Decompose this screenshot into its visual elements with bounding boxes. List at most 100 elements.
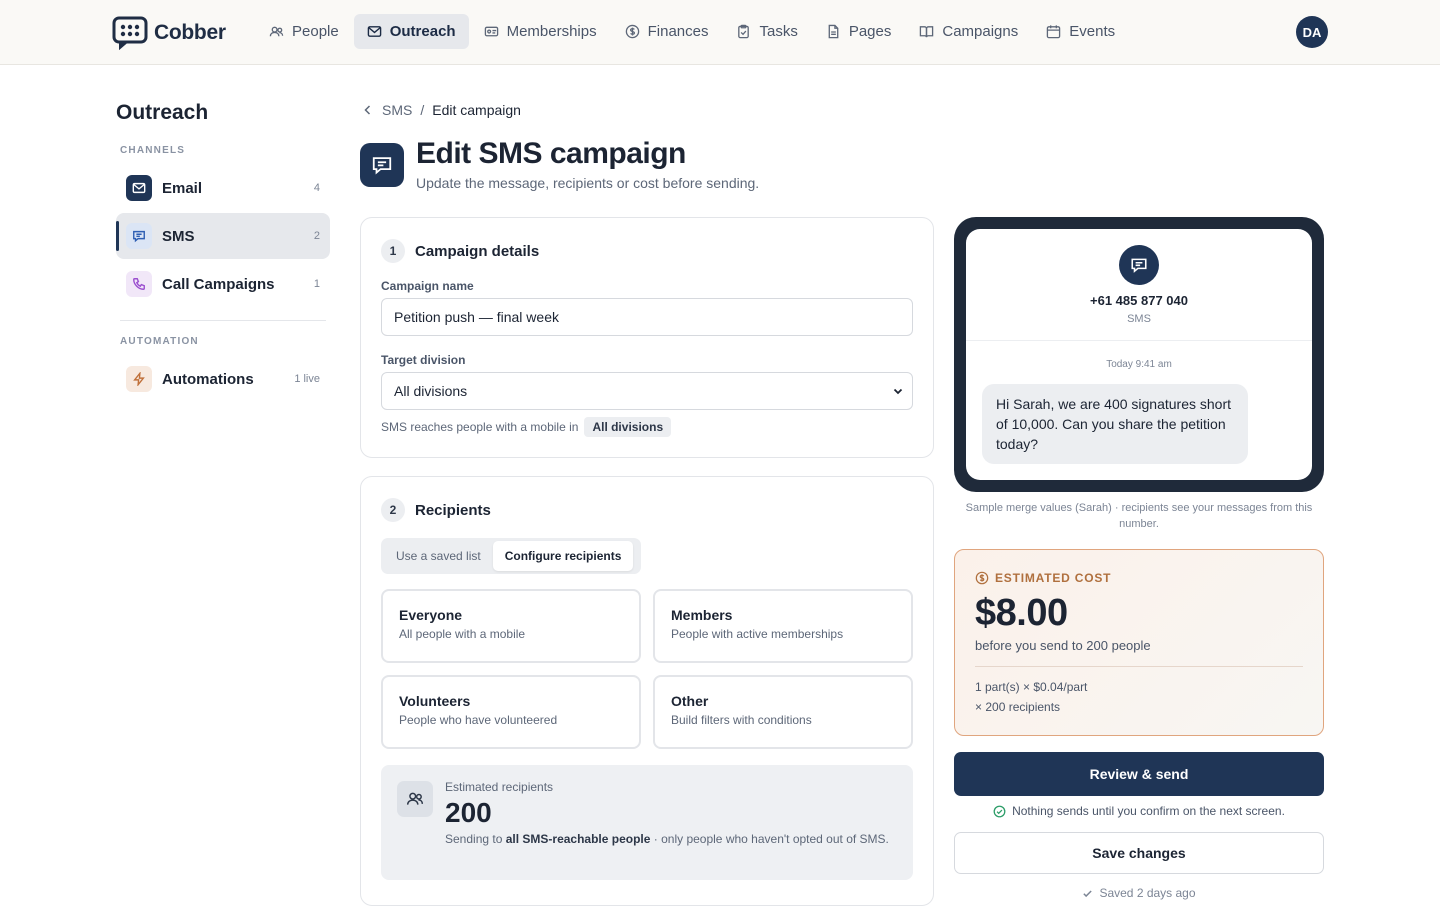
- avatar[interactable]: DA: [1296, 16, 1328, 48]
- cost-breakdown-recipients: × 200 recipients: [975, 700, 1061, 714]
- sidebar-item-call-campaigns[interactable]: Call Campaigns 1: [116, 261, 330, 307]
- option-title: Everyone: [399, 607, 463, 623]
- target-division-select[interactable]: All divisions: [381, 372, 913, 410]
- mail-icon: [367, 26, 382, 37]
- nav-label: Campaigns: [942, 23, 1019, 40]
- nav-item-events[interactable]: Events: [1033, 14, 1128, 49]
- option-desc: People with active memberships: [671, 627, 844, 641]
- campaign-name-label: Campaign name: [381, 279, 474, 293]
- estimate-audience: all SMS-reachable people: [505, 832, 651, 846]
- select-value: All divisions: [394, 383, 468, 399]
- estimate-prefix: Sending to: [445, 832, 506, 846]
- cost-label: ESTIMATED COST: [995, 571, 1112, 585]
- confirm-note: Nothing sends until you confirm on the n…: [954, 804, 1324, 818]
- step-header: 2 Recipients: [381, 498, 491, 522]
- sidebar-item-label: Email: [162, 179, 203, 197]
- review-send-button[interactable]: Review & send: [954, 752, 1324, 796]
- option-desc: Build filters with conditions: [671, 713, 812, 727]
- phone-screen: +61 485 877 040 SMS Today 9:41 am Hi Sar…: [966, 229, 1312, 480]
- division-hint: SMS reaches people with a mobile in All …: [381, 417, 672, 437]
- sidebar-item-count: 1 live: [294, 373, 320, 385]
- cost-amount: $8.00: [975, 592, 1068, 634]
- breadcrumb-current: Edit campaign: [432, 102, 521, 118]
- tab-configure-recipients[interactable]: Configure recipients: [492, 541, 634, 571]
- book-icon: [920, 26, 934, 38]
- option-desc: All people with a mobile: [399, 627, 526, 641]
- nav-label: Memberships: [506, 23, 597, 40]
- sidebar-item-label: SMS: [162, 227, 195, 245]
- sidebar-item-automations[interactable]: Automations 1 live: [116, 356, 330, 402]
- people-icon: [397, 781, 433, 817]
- saved-status: Saved 2 days ago: [954, 886, 1324, 900]
- chevron-left-icon[interactable]: [362, 104, 374, 116]
- people-icon: [269, 26, 284, 37]
- divider: [966, 340, 1312, 341]
- estimate-suffix: · only people who haven't opted out of S…: [650, 832, 889, 846]
- sms-phone-preview: +61 485 877 040 SMS Today 9:41 am Hi Sar…: [954, 217, 1324, 492]
- confirm-note-text: Nothing sends until you confirm on the n…: [1012, 804, 1285, 818]
- option-title: Volunteers: [399, 693, 471, 709]
- recipient-option-everyone[interactable]: Everyone All people with a mobile: [381, 589, 641, 663]
- division-pill: All divisions: [584, 417, 672, 437]
- breadcrumb-separator: /: [420, 102, 425, 118]
- tab-saved-list[interactable]: Use a saved list: [384, 541, 493, 571]
- main-nav: People Outreach Memberships Finances Tas…: [256, 14, 1130, 49]
- sender-number: +61 485 877 040: [1090, 293, 1188, 308]
- step-number: 2: [381, 498, 405, 522]
- divider: [975, 666, 1303, 667]
- recipient-option-members[interactable]: Members People with active memberships: [653, 589, 913, 663]
- app-name: Cobber: [154, 21, 226, 44]
- page-icon: [828, 24, 839, 39]
- chevron-down-icon: [893, 388, 903, 395]
- sidebar-section-channels: CHANNELS: [120, 145, 186, 156]
- nav-item-finances[interactable]: Finances: [612, 14, 722, 49]
- step-number: 1: [381, 239, 405, 263]
- estimate-count: 200: [445, 797, 492, 828]
- nav-label: Events: [1069, 23, 1116, 40]
- cost-header: ESTIMATED COST: [975, 571, 1111, 585]
- phone-icon: [126, 271, 152, 297]
- nav-item-people[interactable]: People: [256, 14, 352, 49]
- nav-label: Finances: [647, 23, 709, 40]
- logo[interactable]: Cobber: [112, 16, 226, 50]
- cobber-logo-icon: [112, 16, 148, 50]
- top-nav-bar: Cobber People Outreach Memberships Finan…: [0, 0, 1440, 65]
- recipient-option-other[interactable]: Other Build filters with conditions: [653, 675, 913, 749]
- nav-label: Tasks: [759, 23, 798, 40]
- recipients-card: 2 Recipients Use a saved list Configure …: [360, 476, 934, 906]
- message-bubble: Hi Sarah, we are 400 signatures short of…: [982, 384, 1248, 464]
- nav-item-outreach[interactable]: Outreach: [353, 14, 469, 49]
- section-title: Campaign details: [415, 242, 540, 260]
- channel-label: SMS: [1127, 313, 1151, 325]
- nav-item-pages[interactable]: Pages: [813, 14, 905, 49]
- chat-icon: [1119, 245, 1159, 285]
- option-title: Members: [671, 607, 733, 623]
- sidebar-item-sms[interactable]: SMS 2: [116, 213, 330, 259]
- sidebar-item-count: 4: [313, 182, 320, 194]
- check-icon: [1083, 890, 1093, 897]
- sidebar-item-email[interactable]: Email 4: [116, 165, 330, 211]
- page-subtitle: Update the message, recipients or cost b…: [416, 175, 760, 191]
- preview-note: Sample merge values (Sarah) · recipients…: [965, 502, 1313, 530]
- page-title: Edit SMS campaign: [416, 137, 686, 170]
- nav-item-tasks[interactable]: Tasks: [723, 14, 810, 49]
- save-changes-button[interactable]: Save changes: [954, 832, 1324, 874]
- hint-text: SMS reaches people with a mobile in: [381, 420, 579, 434]
- chat-icon: [360, 143, 404, 187]
- step-header: 1 Campaign details: [381, 239, 539, 263]
- nav-label: Pages: [848, 23, 892, 40]
- cost-breakdown-parts: 1 part(s) × $0.04/part: [975, 680, 1088, 694]
- message-timestamp: Today 9:41 am: [1106, 359, 1172, 370]
- campaign-name-input[interactable]: Petition push — final week: [381, 298, 913, 336]
- recipients-mode-toggle: Use a saved list Configure recipients: [381, 538, 641, 574]
- recipient-option-volunteers[interactable]: Volunteers People who have volunteered: [381, 675, 641, 749]
- check-circle-icon: [993, 805, 1006, 817]
- nav-item-memberships[interactable]: Memberships: [471, 14, 610, 49]
- mail-icon: [126, 175, 152, 201]
- breadcrumb-parent-link[interactable]: SMS: [382, 102, 412, 118]
- saved-status-text: Saved 2 days ago: [1099, 886, 1196, 900]
- cost-subtitle: before you send to 200 people: [975, 638, 1151, 653]
- calendar-icon: [1047, 25, 1061, 39]
- nav-item-campaigns[interactable]: Campaigns: [906, 14, 1031, 49]
- dollar-icon: [975, 571, 989, 585]
